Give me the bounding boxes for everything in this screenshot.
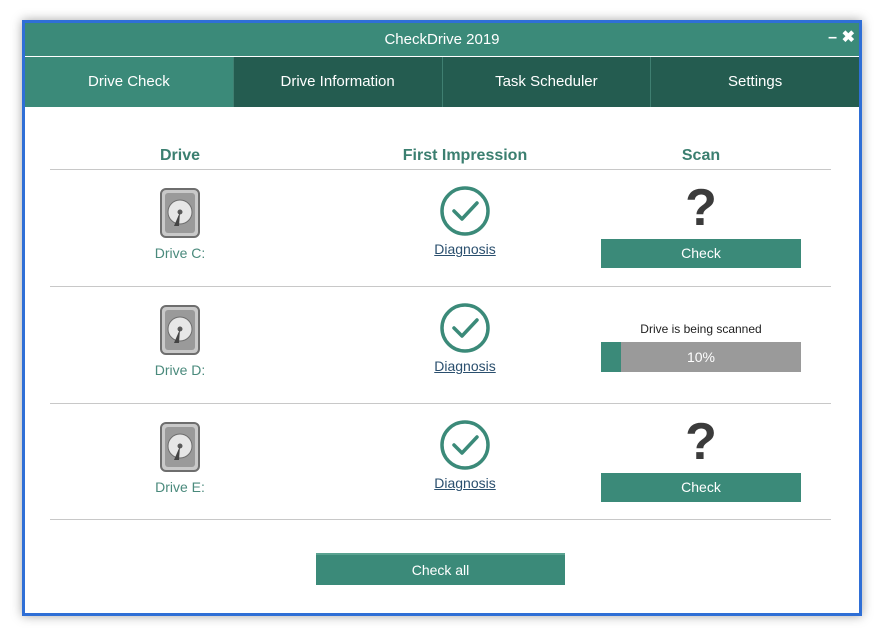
scan-cell: ? Check <box>601 404 801 502</box>
diagnosis-link[interactable]: Diagnosis <box>434 475 495 491</box>
hard-disk-icon <box>160 305 200 355</box>
tab-task-scheduler[interactable]: Task Scheduler <box>442 57 652 107</box>
question-mark-icon: ? <box>685 413 717 471</box>
scan-cell: ? Check <box>601 170 801 268</box>
drive-cell: Drive D: <box>105 287 255 378</box>
column-header-scan: Scan <box>681 147 721 164</box>
window-title: CheckDrive 2019 <box>384 31 500 48</box>
drive-cell: Drive E: <box>105 404 255 495</box>
drive-cell: Drive C: <box>105 170 255 261</box>
first-impression-cell: Diagnosis <box>365 170 565 259</box>
check-button[interactable]: Check <box>601 473 801 502</box>
first-impression-cell: Diagnosis <box>365 404 565 493</box>
check-circle-icon <box>440 186 490 236</box>
check-circle-icon <box>440 303 490 353</box>
scan-status-text: Drive is being scanned <box>640 322 762 336</box>
column-header-drive: Drive <box>159 147 201 164</box>
tab-settings[interactable]: Settings <box>651 57 859 107</box>
column-header-first-impression: First Impression <box>402 147 528 164</box>
first-impression-cell: Diagnosis <box>365 287 565 376</box>
tab-drive-check[interactable]: Drive Check <box>25 57 234 107</box>
divider <box>50 519 831 520</box>
check-button[interactable]: Check <box>601 239 801 268</box>
question-mark-icon: ? <box>685 179 717 237</box>
hard-disk-icon <box>160 422 200 472</box>
drive-label: Drive E: <box>155 479 205 495</box>
hard-disk-icon <box>160 188 200 238</box>
diagnosis-link[interactable]: Diagnosis <box>434 358 495 374</box>
tab-drive-information[interactable]: Drive Information <box>233 57 443 107</box>
progress-label: 10% <box>686 349 716 365</box>
drive-row-c: Drive C: Diagnosis ? Check <box>50 170 831 286</box>
drive-row-e: Drive E: Diagnosis ? Check <box>50 404 831 520</box>
drive-check-panel: Drive First Impression Scan Drive C: Dia… <box>25 107 859 613</box>
minimize-button[interactable]: – <box>828 28 837 48</box>
table-header: Drive First Impression Scan <box>50 147 831 169</box>
app-window: CheckDrive 2019 – ✖ Drive Check Drive In… <box>22 20 862 616</box>
close-button[interactable]: ✖ <box>842 28 855 48</box>
title-bar[interactable]: CheckDrive 2019 – ✖ <box>25 23 859 57</box>
drive-label: Drive C: <box>154 245 206 261</box>
drive-label: Drive D: <box>154 362 206 378</box>
diagnosis-link[interactable]: Diagnosis <box>434 241 495 257</box>
check-all-button[interactable]: Check all <box>316 553 565 585</box>
check-circle-icon <box>440 420 490 470</box>
scan-cell: Drive is being scanned 10% <box>601 287 801 372</box>
scan-progress-bar: 10% <box>601 342 801 372</box>
tab-bar: Drive Check Drive Information Task Sched… <box>25 57 859 107</box>
drive-row-d: Drive D: Diagnosis Drive is being scanne… <box>50 287 831 403</box>
